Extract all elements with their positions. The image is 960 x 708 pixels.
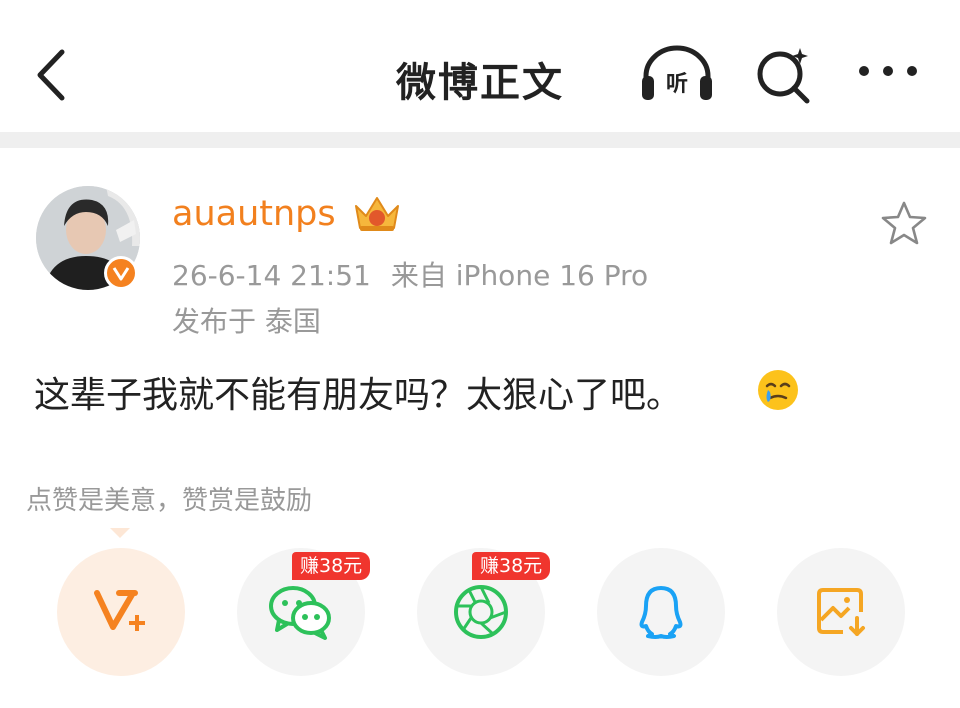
verified-icon bbox=[112, 267, 130, 281]
post-location: 发布于 泰国 bbox=[172, 305, 321, 338]
post-meta: 26-6-14 21:51 来自 iPhone 16 Pro bbox=[172, 254, 668, 294]
reward-button[interactable] bbox=[57, 548, 185, 676]
page-title: 微博正文 bbox=[396, 60, 564, 106]
share-qq-button[interactable] bbox=[597, 548, 725, 676]
wechat-earn-badge: 赚38元 bbox=[292, 552, 371, 580]
save-image-button[interactable] bbox=[777, 548, 905, 676]
section-divider bbox=[0, 132, 960, 148]
post-source: 来自 iPhone 16 Pro bbox=[390, 259, 649, 292]
search-icon bbox=[757, 48, 810, 104]
save-image-icon bbox=[817, 588, 865, 636]
membership-crown[interactable] bbox=[352, 194, 402, 238]
favorite-button[interactable] bbox=[880, 200, 928, 250]
tear-emoji bbox=[756, 368, 800, 416]
more-button[interactable] bbox=[856, 56, 920, 90]
search-button[interactable] bbox=[752, 44, 816, 110]
post-timestamp: 26-6-14 21:51 bbox=[172, 259, 371, 292]
moments-earn-badge: 赚38元 bbox=[472, 552, 551, 580]
svg-text:听: 听 bbox=[666, 72, 688, 97]
reward-v-icon bbox=[94, 590, 145, 631]
qq-icon bbox=[639, 586, 683, 639]
reward-hint: 点赞是美意，赞赏是鼓励 bbox=[26, 486, 313, 516]
listen-icon: 听 bbox=[642, 45, 712, 100]
listen-button[interactable]: 听 bbox=[640, 44, 714, 108]
username[interactable]: auautnps bbox=[172, 194, 336, 234]
top-bar: 微博正文 听 bbox=[0, 0, 960, 132]
more-icon bbox=[859, 66, 917, 76]
post-content: 这辈子我就不能有朋友吗？太狠心了吧。 bbox=[34, 375, 683, 416]
crown-icon bbox=[355, 197, 399, 231]
reward-tip-pointer bbox=[110, 528, 130, 538]
moments-icon bbox=[454, 585, 508, 639]
verified-badge bbox=[104, 256, 138, 290]
star-icon bbox=[881, 201, 927, 245]
wechat-icon bbox=[269, 586, 331, 640]
